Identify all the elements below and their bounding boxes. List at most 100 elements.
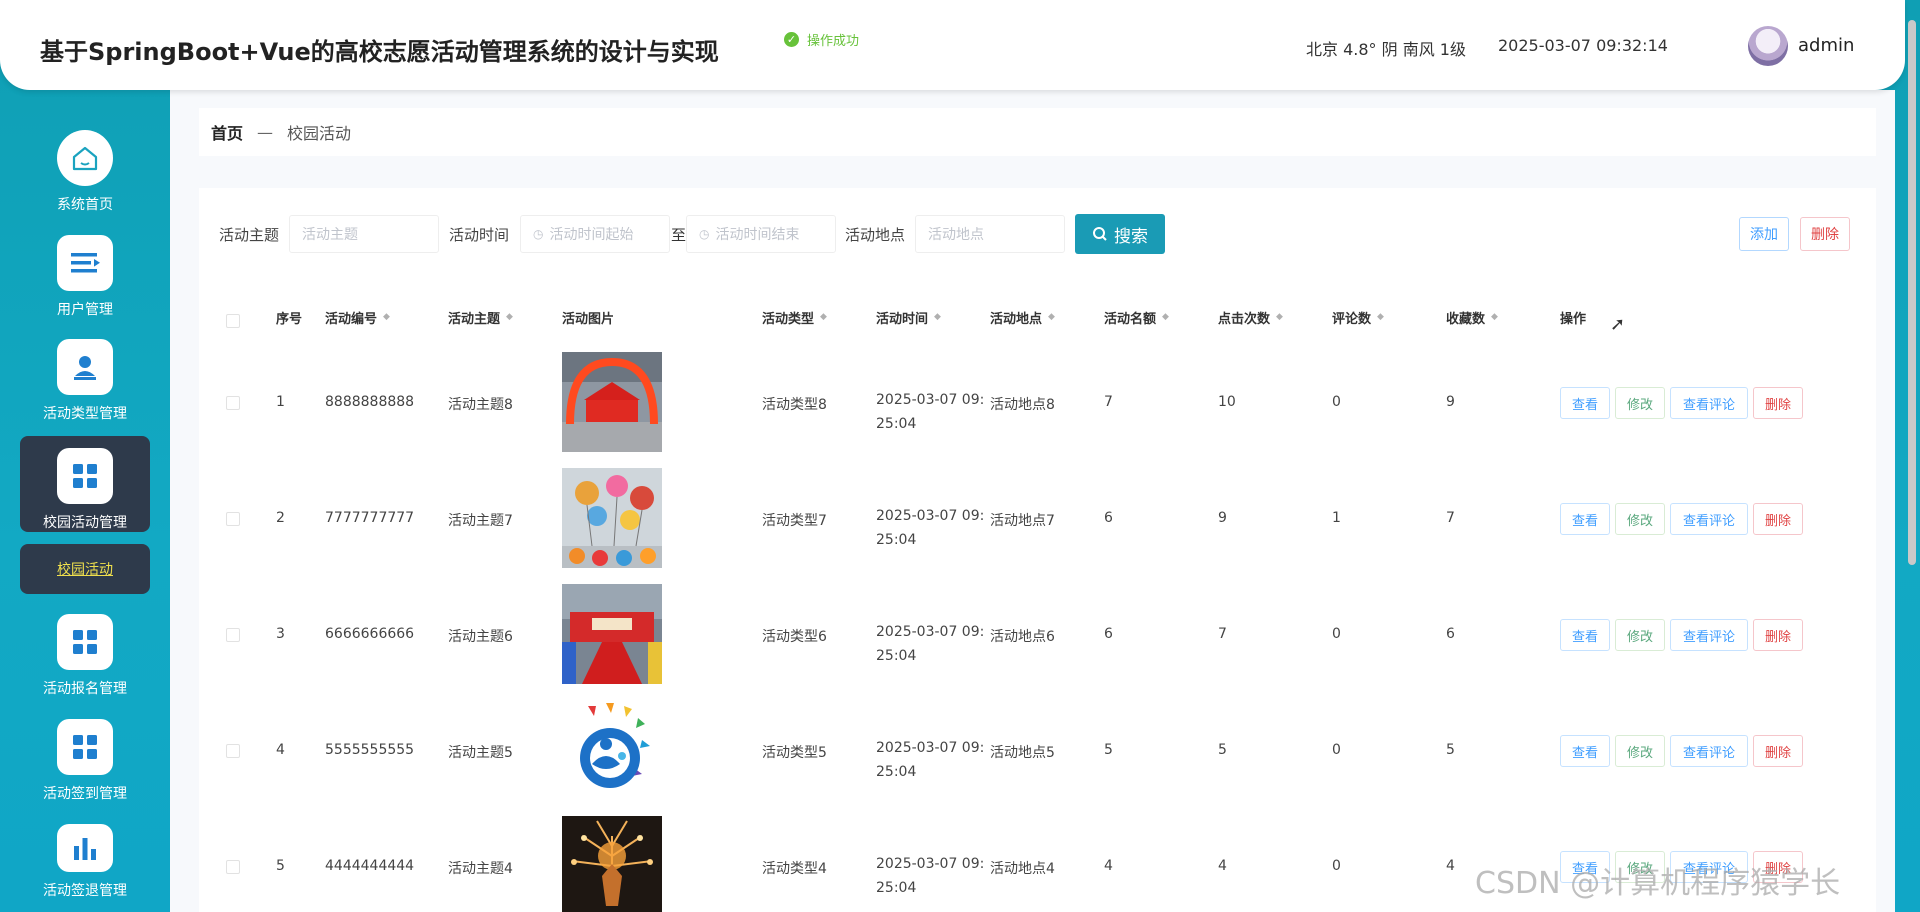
cell-clicks: 9 bbox=[1218, 510, 1227, 526]
view-button[interactable]: 查看 bbox=[1560, 503, 1610, 535]
row-checkbox[interactable] bbox=[226, 744, 240, 758]
cell-time: 2025-03-07 09: 25:04 bbox=[876, 392, 985, 432]
column-header[interactable]: 活动时间 ◆ bbox=[876, 308, 941, 327]
list-icon bbox=[57, 235, 113, 291]
sort-icon: ◆ bbox=[1162, 312, 1169, 322]
sidebar-item-checkout[interactable]: 活动签退管理 bbox=[20, 812, 150, 900]
cell-index: 5 bbox=[276, 858, 285, 874]
cell-comments: 0 bbox=[1332, 394, 1341, 410]
column-header[interactable]: 评论数 ◆ bbox=[1332, 308, 1384, 327]
current-datetime: 2025-03-07 09:32:14 bbox=[1498, 36, 1668, 55]
sort-icon: ◆ bbox=[820, 312, 827, 322]
grid-icon bbox=[57, 614, 113, 670]
batch-delete-button[interactable]: 删除 bbox=[1800, 217, 1850, 251]
search-bar: 活动主题 活动主题 活动时间 ◷ 活动时间起始 至 ◷ 活动时间结束 活动地点 … bbox=[199, 213, 1876, 255]
row-checkbox[interactable] bbox=[226, 628, 240, 642]
activity-image[interactable] bbox=[562, 352, 662, 452]
sort-icon: ◆ bbox=[1491, 312, 1498, 322]
activity-image[interactable] bbox=[562, 468, 662, 568]
sort-icon: ◆ bbox=[934, 312, 941, 322]
view-button[interactable]: 查看 bbox=[1560, 387, 1610, 419]
table-row[interactable]: 2 7777777777 活动主题7 活动类型7 2025-03-07 09: 2… bbox=[199, 468, 1876, 584]
cell-quota: 6 bbox=[1104, 510, 1113, 526]
sidebar-item-registration[interactable]: 活动报名管理 bbox=[20, 602, 150, 698]
column-header[interactable]: 点击次数 ◆ bbox=[1218, 308, 1283, 327]
cell-quota: 7 bbox=[1104, 394, 1113, 410]
add-button[interactable]: 添加 bbox=[1739, 217, 1789, 251]
view-comments-button[interactable]: 查看评论 bbox=[1670, 619, 1748, 651]
cell-type: 活动类型7 bbox=[762, 513, 827, 529]
sidebar-item-label: 校园活动管理 bbox=[43, 515, 127, 531]
table-row[interactable]: 1 8888888888 活动主题8 活动类型8 2025-03-07 09: 2… bbox=[199, 352, 1876, 468]
edit-button[interactable]: 修改 bbox=[1615, 387, 1665, 419]
grid-icon bbox=[57, 719, 113, 775]
cell-comments: 1 bbox=[1332, 510, 1341, 526]
table-row[interactable]: 4 5555555555 活动主题5 活动类型5 2025-03-07 09: 2… bbox=[199, 700, 1876, 816]
location-search-input[interactable]: 活动地点 bbox=[915, 215, 1065, 253]
column-header[interactable]: 活动主题 ◆ bbox=[448, 308, 513, 327]
column-header[interactable]: 活动类型 ◆ bbox=[762, 308, 827, 327]
column-header: 序号 bbox=[276, 312, 303, 327]
breadcrumb: 首页 — 校园活动 bbox=[199, 108, 1876, 156]
row-checkbox[interactable] bbox=[226, 860, 240, 874]
column-header: 操作 bbox=[1560, 312, 1587, 327]
row-checkbox[interactable] bbox=[226, 512, 240, 526]
cell-type: 活动类型4 bbox=[762, 861, 827, 877]
edit-button[interactable]: 修改 bbox=[1615, 735, 1665, 767]
location-label: 活动地点 bbox=[845, 226, 906, 244]
delete-button[interactable]: 删除 bbox=[1753, 619, 1803, 651]
view-comments-button[interactable]: 查看评论 bbox=[1670, 387, 1748, 419]
activity-image[interactable] bbox=[562, 816, 662, 912]
view-button[interactable]: 查看 bbox=[1560, 619, 1610, 651]
time-start-input[interactable]: ◷ 活动时间起始 bbox=[520, 215, 670, 253]
edit-button[interactable]: 修改 bbox=[1615, 619, 1665, 651]
activity-image[interactable] bbox=[562, 700, 662, 800]
username[interactable]: admin bbox=[1798, 35, 1854, 56]
bar-chart-icon bbox=[57, 824, 113, 872]
top-header: 基于SpringBoot+Vue的高校志愿活动管理系统的设计与实现 ✓ 操作成功… bbox=[0, 0, 1905, 90]
sidebar-item-users[interactable]: 用户管理 bbox=[20, 223, 150, 319]
sidebar-item-label: 用户管理 bbox=[57, 302, 113, 318]
sidebar: 系统首页 用户管理 活动类型管理 校园活动管理 校园活动 活动报名管理 活动签到… bbox=[0, 90, 170, 912]
cell-clicks: 7 bbox=[1218, 626, 1227, 642]
cell-favorites: 9 bbox=[1446, 394, 1455, 410]
row-checkbox[interactable] bbox=[226, 396, 240, 410]
edit-button[interactable]: 修改 bbox=[1615, 503, 1665, 535]
sidebar-subitem-campus-activity[interactable]: 校园活动 bbox=[20, 544, 150, 594]
sidebar-item-activity-types[interactable]: 活动类型管理 bbox=[20, 327, 150, 423]
time-start-placeholder: 活动时间起始 bbox=[549, 227, 634, 243]
theme-search-input[interactable]: 活动主题 bbox=[289, 215, 439, 253]
cell-favorites: 4 bbox=[1446, 858, 1455, 874]
column-header[interactable]: 收藏数 ◆ bbox=[1446, 308, 1498, 327]
view-button[interactable]: 查看 bbox=[1560, 735, 1610, 767]
sidebar-item-checkin[interactable]: 活动签到管理 bbox=[20, 707, 150, 803]
avatar[interactable] bbox=[1748, 26, 1788, 66]
sidebar-item-campus-activity[interactable]: 校园活动管理 bbox=[20, 436, 150, 532]
sidebar-item-label: 活动报名管理 bbox=[43, 681, 127, 697]
column-header[interactable]: 活动地点 ◆ bbox=[990, 308, 1055, 327]
search-button[interactable]: 搜索 bbox=[1075, 214, 1165, 254]
cell-type: 活动类型6 bbox=[762, 629, 827, 645]
time-end-input[interactable]: ◷ 活动时间结束 bbox=[686, 215, 836, 253]
sidebar-item-home[interactable]: 系统首页 bbox=[20, 118, 150, 214]
site-title: 基于SpringBoot+Vue的高校志愿活动管理系统的设计与实现 bbox=[40, 38, 719, 66]
page-scrollbar[interactable] bbox=[1908, 20, 1916, 565]
sidebar-item-label: 系统首页 bbox=[57, 197, 113, 213]
delete-button[interactable]: 删除 bbox=[1753, 735, 1803, 767]
column-header[interactable]: 活动编号 ◆ bbox=[325, 308, 390, 327]
view-comments-button[interactable]: 查看评论 bbox=[1670, 735, 1748, 767]
view-comments-button[interactable]: 查看评论 bbox=[1670, 503, 1748, 535]
activity-image[interactable] bbox=[562, 584, 662, 684]
delete-button[interactable]: 删除 bbox=[1753, 503, 1803, 535]
delete-button[interactable]: 删除 bbox=[1753, 387, 1803, 419]
success-toast: ✓ 操作成功 bbox=[784, 30, 859, 49]
select-all-checkbox[interactable] bbox=[226, 314, 240, 328]
breadcrumb-home[interactable]: 首页 bbox=[211, 120, 243, 144]
toast-text: 操作成功 bbox=[807, 34, 860, 49]
cell-type: 活动类型8 bbox=[762, 397, 827, 413]
cell-quota: 5 bbox=[1104, 742, 1113, 758]
cell-index: 3 bbox=[276, 626, 285, 642]
column-header[interactable]: 活动名额 ◆ bbox=[1104, 308, 1169, 327]
table-row[interactable]: 3 6666666666 活动主题6 活动类型6 2025-03-07 09: 2… bbox=[199, 584, 1876, 700]
cell-theme: 活动主题6 bbox=[448, 629, 513, 645]
